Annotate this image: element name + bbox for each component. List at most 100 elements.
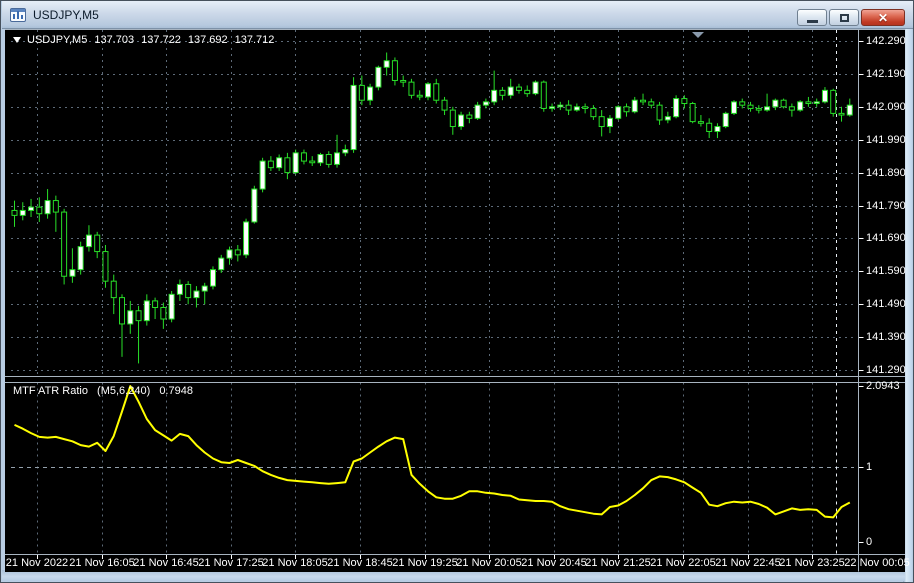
candle-body-bull <box>342 149 349 154</box>
candle-body-bear <box>36 206 43 215</box>
candle-body-bull <box>168 293 175 320</box>
chart-plot-area[interactable] <box>1 1 914 583</box>
candle-body-bull <box>85 234 92 248</box>
candle-body-bear <box>565 104 572 111</box>
candle-body-bull <box>383 60 390 68</box>
candle-body-bull <box>730 101 737 114</box>
candle-body-bull <box>557 104 564 108</box>
indicator-label: MTF ATR Ratio (M5,6,240) 0.7948 <box>13 385 199 397</box>
candle-body-bear <box>61 211 68 277</box>
candle-body-bear <box>441 99 448 111</box>
candle-body-bull <box>846 104 853 116</box>
candle-body-bear <box>391 60 398 81</box>
candle-body-bear <box>681 98 688 105</box>
candle-body-bull <box>69 269 76 277</box>
candle-body-bull <box>350 84 357 151</box>
candle-body-bear <box>780 99 787 108</box>
candle-body-bear <box>94 234 101 253</box>
candle-body-bull <box>292 152 299 174</box>
candle-body-bull <box>367 86 374 101</box>
candle-body-bull <box>673 98 680 118</box>
candle-body-bear <box>234 249 241 256</box>
candle-body-bull <box>491 89 498 103</box>
symbol-dropdown-icon <box>13 37 21 43</box>
candle-body-bear <box>300 152 307 162</box>
candle-body-bear <box>755 107 762 111</box>
candle-body-bear <box>838 112 845 116</box>
candle-body-bull <box>259 160 266 190</box>
candle-body-bear <box>416 94 423 98</box>
candle-body-bull <box>631 99 638 113</box>
candle-body-bear <box>623 106 630 113</box>
candle-body-bull <box>507 86 514 96</box>
candle-body-bull <box>606 117 613 128</box>
candle-body-bull <box>714 126 721 132</box>
candle-body-bull <box>127 310 134 325</box>
candle-body-bear <box>160 306 167 320</box>
candle-body-bull <box>143 300 150 322</box>
candle-body-bear <box>540 81 547 109</box>
candle-body-bear <box>598 116 605 128</box>
candle-body-bear <box>747 104 754 109</box>
candle-body-bull <box>425 83 431 98</box>
candle-body-bull <box>218 257 225 271</box>
candle-body-bear <box>656 104 663 121</box>
candle-body-bull <box>334 152 341 165</box>
candle-body-bear <box>706 122 713 132</box>
candle-body-bull <box>19 209 26 216</box>
candle-body-bear <box>119 297 126 325</box>
candle-body-bull <box>813 101 820 105</box>
candle-body-bull <box>458 114 465 128</box>
candle-body-bear <box>830 89 837 114</box>
candle-body-bull <box>821 89 828 103</box>
candle-body-bear <box>697 121 704 124</box>
symbol-name: USDJPY,M5 <box>27 34 88 46</box>
ohlc-high: 137.722 <box>141 34 181 46</box>
candle-body-bull <box>44 200 51 215</box>
candle-body-bull <box>482 101 489 106</box>
candle-body-bear <box>788 106 795 111</box>
candle-body-bear <box>325 154 332 165</box>
candle-body-bear <box>689 103 696 123</box>
candle-body-bear <box>309 160 316 164</box>
indicator-line <box>14 385 851 519</box>
candle-body-bull <box>251 188 258 223</box>
candle-body-bear <box>11 209 18 216</box>
candle-body-bear <box>524 89 531 95</box>
candle-body-bear <box>135 310 142 322</box>
indicator-value: 0.7948 <box>159 385 193 397</box>
candle-body-bull <box>176 283 183 295</box>
candle-body-bull <box>664 116 671 121</box>
candle-body-bull <box>209 269 216 287</box>
candle-body-bull <box>243 221 250 256</box>
candle-body-bear <box>805 101 812 105</box>
indicator-params: (M5,6,240) <box>97 385 151 397</box>
candle-body-bear <box>267 160 274 169</box>
candle-body-bull <box>193 290 200 299</box>
candle-body-bear <box>648 101 655 106</box>
candle-body-bear <box>515 86 522 91</box>
candle-body-bear <box>408 81 415 96</box>
ohlc-open: 137.703 <box>94 34 135 46</box>
candle-body-bear <box>433 83 440 101</box>
candle-body-bull <box>28 206 35 211</box>
candle-body-bull <box>201 285 208 292</box>
candle-body-bear <box>466 114 473 119</box>
candle-body-bear <box>739 101 746 106</box>
candle-body-bull <box>573 106 580 111</box>
candle-body-bull <box>797 101 804 111</box>
candle-body-bull <box>772 99 779 108</box>
candle-body-bear <box>52 200 59 213</box>
candle-body-bull <box>722 112 729 128</box>
candle-body-bull <box>532 81 539 95</box>
candle-body-bear <box>590 107 597 118</box>
candle-body-bear <box>358 84 365 101</box>
candle-body-bull <box>549 106 556 109</box>
ohlc-close: 137.712 <box>234 34 275 46</box>
chart-shift-marker-icon[interactable] <box>692 32 704 38</box>
candle-body-bear <box>400 79 407 83</box>
candle-body-bull <box>317 154 324 164</box>
candle-body-bear <box>640 99 647 103</box>
candle-body-bear <box>582 106 589 109</box>
candle-body-bear <box>284 157 291 174</box>
